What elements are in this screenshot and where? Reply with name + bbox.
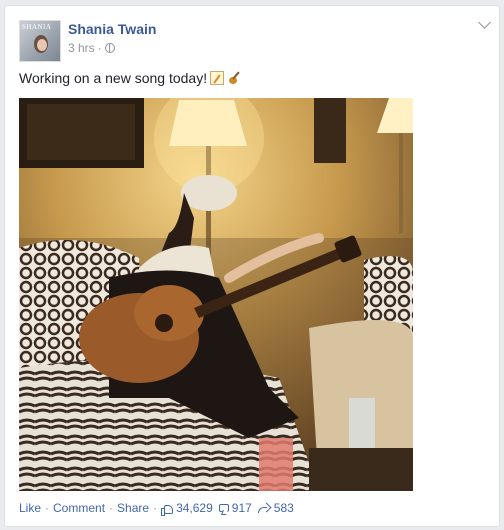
avatar[interactable]: SHANIA (19, 20, 61, 62)
comment-button[interactable]: Comment (53, 501, 105, 515)
post-meta: 3 hrs · (68, 41, 115, 55)
post-photo[interactable] (19, 98, 413, 491)
avatar-text: SHANIA (22, 23, 52, 31)
action-separator: · (109, 501, 114, 515)
likes-count-value: 34,629 (176, 501, 213, 515)
photo-illustration (19, 98, 413, 491)
share-button[interactable]: Share (117, 501, 149, 515)
post-card: SHANIA Shania Twain 3 hrs · Working on a… (4, 5, 500, 527)
thumbs-up-icon (161, 505, 174, 516)
action-separator: · (45, 501, 50, 515)
memo-icon (210, 71, 225, 85)
avatar-face (37, 39, 47, 51)
author-name[interactable]: Shania Twain (68, 21, 156, 37)
action-separator: · (153, 501, 158, 515)
like-button[interactable]: Like (19, 501, 41, 515)
guitar-icon (227, 71, 241, 85)
post-message: Working on a new song today! (19, 70, 208, 86)
post-text: Working on a new song today! (19, 70, 241, 86)
post-timestamp[interactable]: 3 hrs (68, 41, 95, 55)
comments-count-value: 917 (231, 501, 252, 515)
shares-count[interactable]: 583 (257, 501, 294, 515)
post-actions: Like · Comment · Share · 34,629 917 583 (19, 501, 300, 516)
meta-separator: · (97, 41, 102, 55)
shares-count-value: 583 (273, 501, 294, 515)
comments-count[interactable]: 917 (218, 501, 252, 515)
chevron-down-icon[interactable] (478, 16, 491, 29)
share-icon (257, 503, 271, 513)
comment-icon (218, 504, 229, 512)
likes-count[interactable]: 34,629 (161, 501, 213, 516)
globe-icon[interactable] (104, 43, 115, 53)
